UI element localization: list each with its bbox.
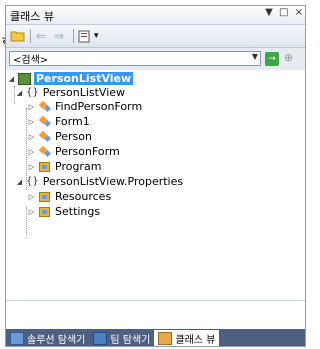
collapsed-toggle-icon[interactable]: ▷ bbox=[27, 133, 36, 141]
solution-explorer-icon bbox=[10, 332, 24, 345]
expand-toggle-icon[interactable]: ◢ bbox=[15, 178, 24, 186]
tree-node-class[interactable]: ▷ Program bbox=[27, 160, 102, 173]
class-icon bbox=[38, 131, 52, 143]
tree-node-label: PersonListView bbox=[34, 72, 134, 85]
collapsed-toggle-icon[interactable]: ▷ bbox=[27, 148, 36, 156]
toolbar-separator bbox=[73, 29, 74, 43]
title-controls: ▼ □ × bbox=[262, 7, 303, 18]
tab-team-explorer[interactable]: 팀 탐색기 bbox=[89, 331, 154, 346]
settings-icon[interactable] bbox=[78, 28, 92, 44]
namespace-icon: {} bbox=[26, 175, 39, 187]
search-go-button[interactable]: → bbox=[265, 52, 279, 66]
static-class-icon bbox=[38, 161, 52, 173]
collapsed-toggle-icon[interactable]: ▷ bbox=[27, 103, 36, 111]
tree-node-class[interactable]: ▷ Person bbox=[27, 130, 92, 143]
search-combo[interactable]: ▼ bbox=[9, 51, 261, 66]
tree-node-namespace[interactable]: ◢ {} PersonListView.Properties bbox=[15, 175, 183, 188]
search-options-icon[interactable]: ⊕ bbox=[284, 51, 293, 64]
tree-node-project[interactable]: ◢ PersonListView bbox=[7, 72, 134, 85]
bottom-tab-strip: 솔루션 탐색기 팀 탐색기 클래스 뷰 bbox=[6, 329, 305, 346]
team-explorer-icon bbox=[93, 332, 108, 345]
tree-node-class[interactable]: ▷ Form1 bbox=[27, 115, 90, 128]
tree-node-class[interactable]: ▷ Settings bbox=[27, 205, 100, 218]
tree-node-label: Program bbox=[55, 160, 102, 173]
folder-add-icon[interactable] bbox=[10, 28, 26, 44]
search-bar: ▼ → ⊕ bbox=[6, 48, 305, 70]
class-icon bbox=[38, 146, 52, 158]
class-view-panel: 클래스 뷰 ▼ □ × ⇐ ⇒ ▾ ▼ → ⊕ ◢ bbox=[5, 5, 306, 347]
back-arrow-icon[interactable]: ⇐ bbox=[36, 28, 46, 44]
collapsed-toggle-icon[interactable]: ▷ bbox=[27, 208, 36, 216]
maximize-icon[interactable]: □ bbox=[279, 7, 288, 18]
tree-node-label: Form1 bbox=[55, 115, 90, 128]
tab-solution-explorer[interactable]: 솔루션 탐색기 bbox=[6, 331, 89, 346]
toolbar: ⇐ ⇒ ▾ bbox=[6, 25, 305, 47]
tree-node-label: PersonListView bbox=[42, 86, 126, 99]
tree-node-label: PersonForm bbox=[55, 145, 120, 158]
tree-node-class[interactable]: ▷ FindPersonForm bbox=[27, 100, 142, 113]
static-class-icon bbox=[38, 206, 52, 218]
collapsed-toggle-icon[interactable]: ▷ bbox=[27, 118, 36, 126]
settings-dropdown-icon[interactable]: ▾ bbox=[94, 28, 99, 44]
tab-label: 클래스 뷰 bbox=[175, 334, 216, 346]
tree-node-label: Person bbox=[55, 130, 92, 143]
chevron-down-icon[interactable]: ▼ bbox=[252, 52, 258, 61]
namespace-icon: {} bbox=[26, 86, 39, 98]
tab-class-view[interactable]: 클래스 뷰 bbox=[154, 330, 220, 346]
tab-label: 솔루션 탐색기 bbox=[27, 335, 86, 346]
project-icon bbox=[18, 72, 31, 85]
toolbar-separator bbox=[30, 29, 31, 43]
collapsed-toggle-icon[interactable]: ▷ bbox=[27, 163, 36, 171]
class-icon bbox=[38, 101, 52, 113]
search-input[interactable] bbox=[10, 52, 246, 65]
tab-label: 팀 탐색기 bbox=[110, 335, 151, 346]
tree-node-namespace[interactable]: ◢ {} PersonListView bbox=[15, 86, 125, 99]
tree-node-class[interactable]: ▷ Resources bbox=[27, 190, 111, 203]
tree-node-label: Resources bbox=[55, 190, 112, 203]
class-icon bbox=[38, 116, 52, 128]
tree-node-label: FindPersonForm bbox=[55, 100, 143, 113]
close-icon[interactable]: × bbox=[295, 7, 303, 18]
class-view-icon bbox=[158, 331, 173, 345]
pin-dropdown-icon[interactable]: ▼ bbox=[265, 7, 273, 18]
tree-node-label: PersonListView.Properties bbox=[42, 175, 184, 188]
panel-title: 클래스 뷰 bbox=[10, 10, 54, 23]
tree-node-label: Settings bbox=[55, 205, 101, 218]
panel-titlebar[interactable]: 클래스 뷰 ▼ □ × bbox=[6, 6, 305, 25]
static-class-icon bbox=[38, 191, 52, 203]
forward-arrow-icon[interactable]: ⇒ bbox=[54, 28, 64, 44]
tree-node-class[interactable]: ▷ PersonForm bbox=[27, 145, 120, 158]
collapsed-toggle-icon[interactable]: ▷ bbox=[27, 193, 36, 201]
expand-toggle-icon[interactable]: ◢ bbox=[7, 75, 16, 83]
class-tree: ◢ PersonListView ◢ {} PersonListView ▷ F… bbox=[6, 70, 305, 300]
expand-toggle-icon[interactable]: ◢ bbox=[15, 89, 24, 97]
